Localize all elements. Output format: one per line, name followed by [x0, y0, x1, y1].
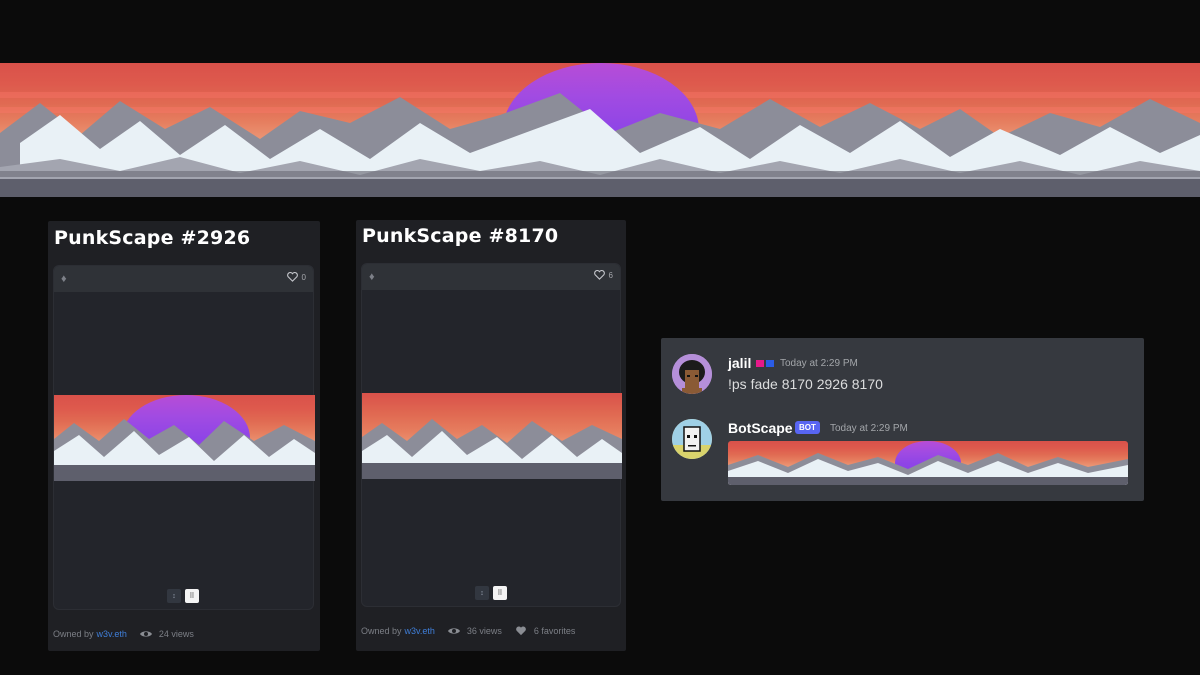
favorite-count: 6	[608, 270, 613, 280]
discord-chat: jalil Today at 2:29 PM !ps fade 8170 292…	[661, 338, 1144, 501]
card-toolbar: ♦ 0	[54, 266, 313, 292]
pager-button-1[interactable]: ↕	[167, 589, 181, 603]
bot-tag: BOT	[795, 421, 820, 434]
owned-by-label: Owned by	[53, 629, 94, 639]
pager-button-2[interactable]: ⠿	[493, 586, 507, 600]
badge-blue	[766, 360, 774, 367]
avatar-jalil[interactable]	[672, 354, 712, 394]
page: PunkScape #2926 ♦ 0 ↕ ⠿ Owned by w3v.eth…	[0, 0, 1200, 675]
views-count: 36 views	[466, 626, 502, 636]
nft-card-8170: PunkScape #8170 ♦ 6 ↕ ⠿ Owned by w3v.eth…	[356, 220, 626, 651]
username[interactable]: BotScape	[728, 420, 793, 436]
card-toolbar: ♦ 6	[362, 264, 620, 290]
owned-by-label: Owned by	[361, 626, 402, 636]
ethereum-icon: ♦	[61, 273, 67, 285]
banner-landscape	[0, 63, 1200, 197]
views: 36 views	[447, 626, 502, 636]
card-meta: Owned by w3v.eth 24 views	[53, 629, 194, 639]
card-title: PunkScape #2926	[54, 227, 251, 249]
avatar-botscape[interactable]	[672, 419, 712, 459]
nft-preview-panel: ♦ 6 ↕ ⠿	[361, 263, 622, 607]
heart-icon	[286, 272, 298, 282]
ethereum-icon: ♦	[369, 271, 375, 283]
pager-button-2[interactable]: ⠿	[185, 589, 199, 603]
badge-pink	[756, 360, 764, 367]
heart-icon	[593, 270, 605, 280]
favorites: 6 favorites	[514, 626, 576, 636]
bot-embed-image[interactable]	[728, 441, 1128, 485]
card-title: PunkScape #8170	[362, 225, 559, 247]
eye-icon	[447, 628, 460, 634]
heart-icon	[516, 626, 526, 636]
owner-link[interactable]: w3v.eth	[405, 626, 435, 636]
views-count: 24 views	[158, 629, 194, 639]
nft-preview-panel: ♦ 0 ↕ ⠿	[53, 265, 315, 610]
card-meta: Owned by w3v.eth 36 views 6 favorites	[361, 626, 575, 636]
nft-image[interactable]	[54, 395, 315, 481]
pager-button-1[interactable]: ↕	[475, 586, 489, 600]
owner-link[interactable]: w3v.eth	[97, 629, 127, 639]
message-content: !ps fade 8170 2926 8170	[728, 376, 883, 392]
pager: ↕ ⠿	[475, 586, 507, 600]
nft-card-2926: PunkScape #2926 ♦ 0 ↕ ⠿ Owned by w3v.eth…	[48, 221, 320, 651]
mountains	[0, 93, 1200, 197]
eye-icon	[139, 631, 152, 637]
timestamp: Today at 2:29 PM	[780, 358, 858, 369]
timestamp: Today at 2:29 PM	[830, 423, 908, 434]
favorite-button[interactable]: 6	[593, 270, 613, 280]
favorite-count: 0	[301, 272, 306, 282]
favorite-button[interactable]: 0	[286, 272, 306, 282]
favorites-count: 6 favorites	[533, 626, 576, 636]
views: 24 views	[139, 629, 194, 639]
username[interactable]: jalil	[728, 355, 751, 371]
pager: ↕ ⠿	[167, 589, 199, 603]
nft-image[interactable]	[362, 393, 622, 479]
